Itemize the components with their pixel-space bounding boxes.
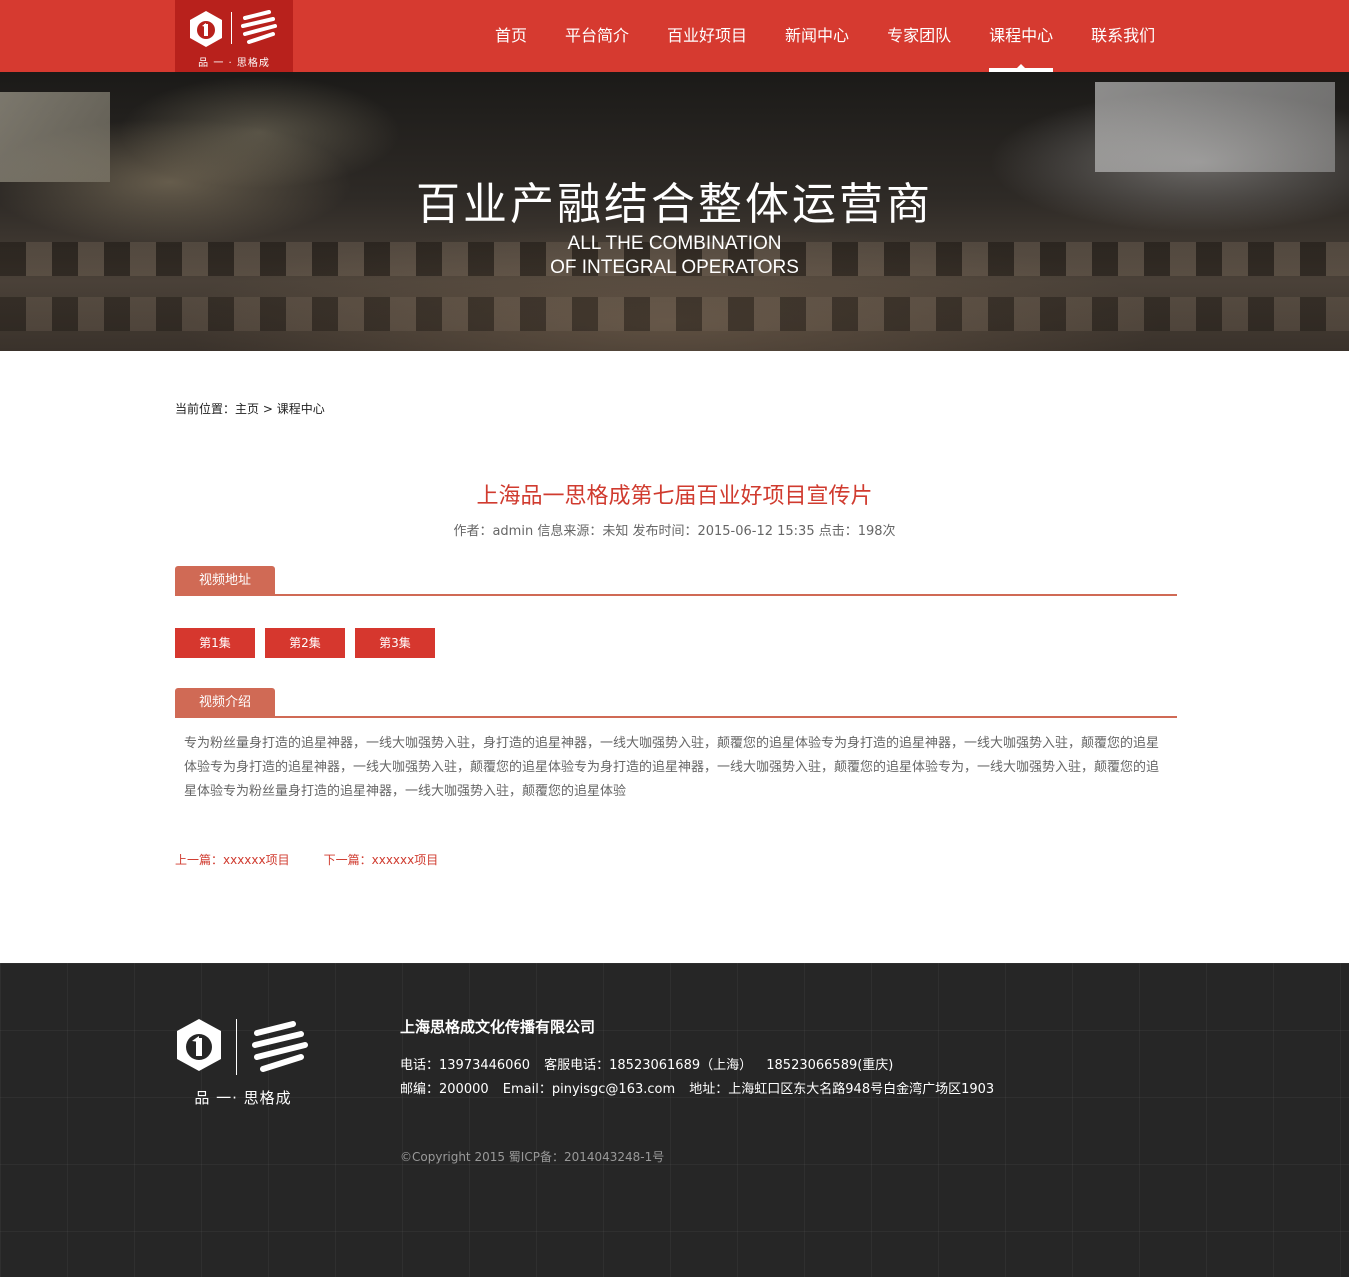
nav-item-about[interactable]: 平台简介: [546, 0, 648, 72]
prev-article-link[interactable]: 上一篇：xxxxxx项目: [175, 851, 290, 868]
banner-screen-right: [1095, 82, 1335, 172]
breadcrumb: 当前位置：主页 > 课程中心: [175, 400, 325, 417]
episode-list: 第1集 第2集 第3集: [175, 628, 445, 658]
next-article-link[interactable]: 下一篇：xxxxxx项目: [324, 851, 439, 868]
video-intro-text: 专为粉丝量身打造的追星神器，一线大咖强势入驻，身打造的追星神器，一线大咖强势入驻…: [184, 736, 1160, 799]
banner-subtitle-line: ALL THE COMBINATION: [567, 233, 782, 254]
nav-item-home[interactable]: 首页: [476, 0, 546, 72]
phone-text: 电话：13973446060: [400, 1058, 530, 1073]
banner-subtitle: ALL THE COMBINATION OF INTEGRAL OPERATOR…: [0, 232, 1349, 280]
company-name: 上海思格成文化传播有限公司: [400, 1018, 596, 1036]
nav-item-projects[interactable]: 百业好项目: [648, 0, 766, 72]
contact-phones: 电话：13973446060 客服电话：18523061689（上海） 1852…: [400, 1054, 903, 1073]
site-footer: 品 一· 思格成 上海思格成文化传播有限公司 电话：13973446060 客服…: [0, 963, 1349, 1277]
banner-subtitle-line: OF INTEGRAL OPERATORS: [550, 257, 799, 278]
breadcrumb-home-link[interactable]: 主页: [235, 402, 259, 416]
article-meta: 作者：admin 信息来源：未知 发布时间：2015-06-12 15:35 点…: [453, 524, 896, 539]
logo-divider: [231, 12, 232, 44]
nav-item-news[interactable]: 新闻中心: [766, 0, 868, 72]
logo-cube-icon: [190, 11, 222, 47]
breadcrumb-current[interactable]: 课程中心: [277, 402, 325, 416]
banner-audience-row: [0, 297, 1349, 331]
intro-section-header: 视频介绍: [175, 688, 1177, 718]
site-logo[interactable]: 品 一 · 思格成: [175, 0, 293, 72]
service-phone-text: 客服电话：18523061689（上海）: [544, 1058, 753, 1073]
service-phone-2-text: 18523066589(重庆): [766, 1058, 894, 1073]
address-text: 地址：上海虹口区东大名路948号白金湾广场区1903: [689, 1082, 995, 1097]
article-title: 上海品一思格成第七届百业好项目宣传片: [476, 484, 873, 509]
contact-address: 邮编：200000 Email：pinyisgc@163.com 地址：上海虹口…: [400, 1078, 1004, 1097]
copyright-text: ©Copyright 2015 蜀ICP备：2014043248-1号: [400, 1150, 665, 1164]
footer-logo-caption: 品 一· 思格成: [194, 1089, 292, 1107]
breadcrumb-prefix: 当前位置：: [175, 402, 236, 416]
nav-item-courses[interactable]: 课程中心: [970, 0, 1072, 72]
episode-3-button[interactable]: 第3集: [355, 628, 435, 658]
intro-section-tab: 视频介绍: [175, 688, 275, 718]
article-pager: 上一篇：xxxxxx项目 下一篇：xxxxxx项目: [175, 851, 472, 868]
video-section-header: 视频地址: [175, 566, 1177, 596]
footer-logo-divider: [236, 1019, 237, 1075]
episode-1-button[interactable]: 第1集: [175, 628, 255, 658]
hero-banner: 百业产融结合整体运营商 ALL THE COMBINATION OF INTEG…: [0, 72, 1349, 351]
nav-item-experts[interactable]: 专家团队: [868, 0, 970, 72]
email-text[interactable]: Email：pinyisgc@163.com: [503, 1082, 675, 1097]
logo-caption: 品 一 · 思格成: [198, 58, 270, 69]
footer-logo-cube-icon: [177, 1019, 221, 1071]
postcode-text: 邮编：200000: [400, 1082, 489, 1097]
nav-item-contact[interactable]: 联系我们: [1072, 0, 1174, 72]
footer-logo-wave-icon: [252, 1021, 308, 1072]
banner-title: 百业产融结合整体运营商: [416, 179, 933, 230]
top-header: 品 一 · 思格成 首页 平台简介 百业好项目 新闻中心 专家团队 课程中心 联…: [0, 0, 1349, 72]
main-nav: 首页 平台简介 百业好项目 新闻中心 专家团队 课程中心 联系我们: [476, 0, 1174, 72]
video-section-tab: 视频地址: [175, 566, 275, 596]
logo-wave-icon: [241, 10, 277, 44]
breadcrumb-separator: >: [259, 402, 277, 416]
episode-2-button[interactable]: 第2集: [265, 628, 345, 658]
